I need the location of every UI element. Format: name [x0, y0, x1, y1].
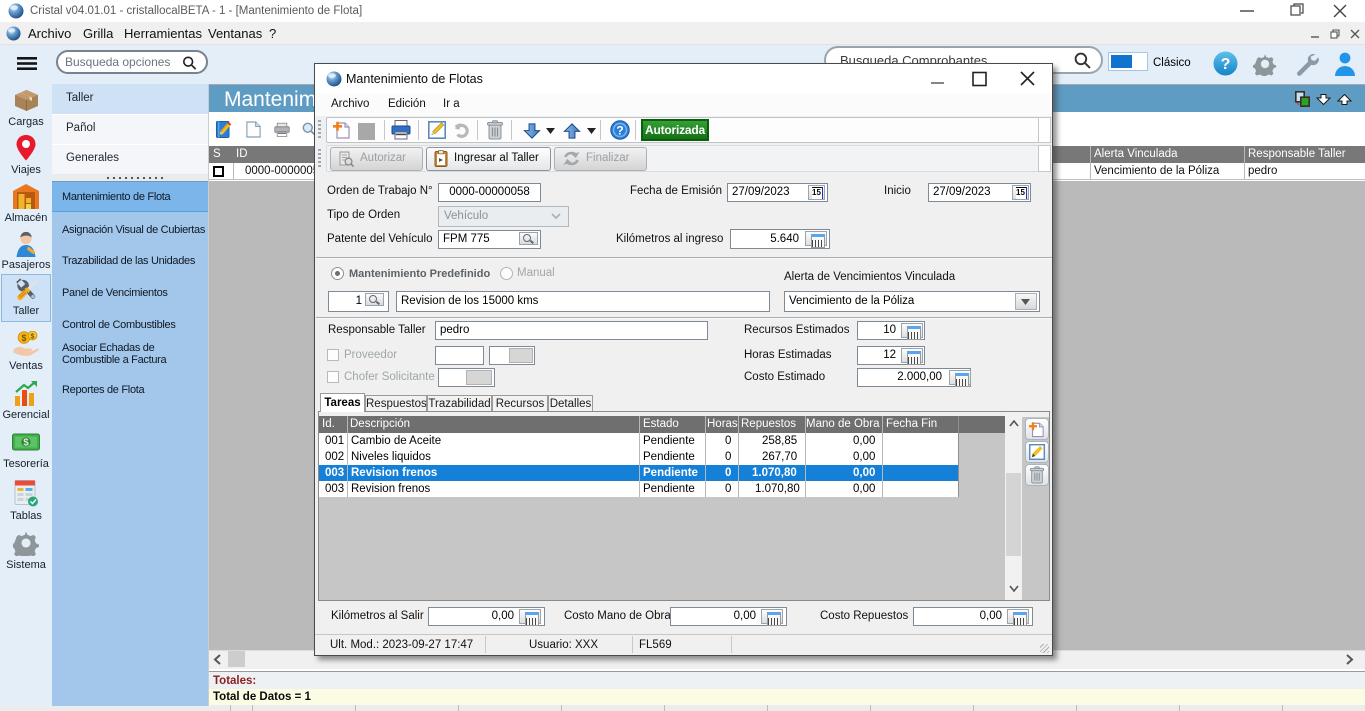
- svg-text:?: ?: [1221, 56, 1231, 73]
- svg-text:$: $: [21, 333, 26, 343]
- svg-text:?: ?: [616, 124, 623, 138]
- svg-text:$: $: [23, 438, 29, 449]
